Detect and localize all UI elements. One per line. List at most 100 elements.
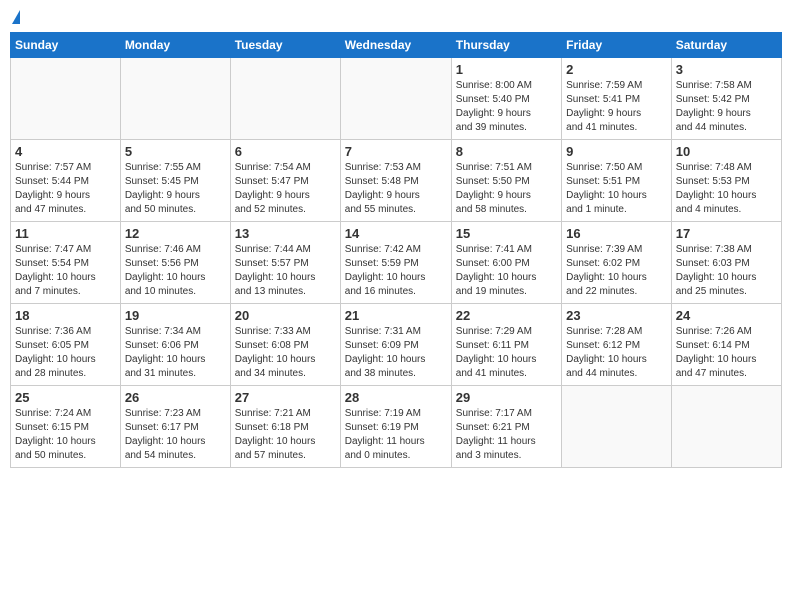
day-info: Sunrise: 7:29 AM Sunset: 6:11 PM Dayligh… <box>456 325 557 381</box>
day-number: 15 <box>456 226 557 241</box>
day-number: 8 <box>456 144 557 159</box>
calendar-cell: 28 Sunrise: 7:19 AM Sunset: 6:19 PM Dayli… <box>340 386 451 468</box>
calendar-cell: 4 Sunrise: 7:57 AM Sunset: 5:44 PM Daylig… <box>11 140 121 222</box>
calendar-cell: 18Sunrise: 7:36 AM Sunset: 6:05 PM Dayli… <box>11 304 121 386</box>
logo-triangle-icon <box>12 10 20 24</box>
calendar-cell: 13 Sunrise: 7:44 AM Sunset: 5:57 PM Dayli… <box>230 222 340 304</box>
day-info: Sunrise: 7:38 AM Sunset: 6:03 PM Dayligh… <box>676 243 777 299</box>
calendar-cell: 3 Sunrise: 7:58 AM Sunset: 5:42 PM Daylig… <box>671 58 781 140</box>
day-info: Sunrise: 7:34 AM Sunset: 6:06 PM Dayligh… <box>125 325 226 381</box>
day-number: 1 <box>456 62 557 77</box>
day-header-tuesday: Tuesday <box>230 33 340 58</box>
calendar-cell: 22 Sunrise: 7:29 AM Sunset: 6:11 PM Dayli… <box>451 304 561 386</box>
day-header-monday: Monday <box>120 33 230 58</box>
day-number: 2 <box>566 62 667 77</box>
day-info: Sunrise: 7:17 AM Sunset: 6:21 PM Dayligh… <box>456 407 557 463</box>
day-info: Sunrise: 7:57 AM Sunset: 5:44 PM Dayligh… <box>15 161 116 217</box>
calendar-cell: 25 Sunrise: 7:24 AM Sunset: 6:15 PM Dayli… <box>11 386 121 468</box>
calendar-table: SundayMondayTuesdayWednesdayThursdayFrid… <box>10 32 782 468</box>
day-info: Sunrise: 7:23 AM Sunset: 6:17 PM Dayligh… <box>125 407 226 463</box>
day-header-saturday: Saturday <box>671 33 781 58</box>
calendar-cell: 23 Sunrise: 7:28 AM Sunset: 6:12 PM Dayli… <box>562 304 672 386</box>
day-info: Sunrise: 7:44 AM Sunset: 5:57 PM Dayligh… <box>235 243 336 299</box>
calendar-cell: 8 Sunrise: 7:51 AM Sunset: 5:50 PM Daylig… <box>451 140 561 222</box>
calendar-cell: 10 Sunrise: 7:48 AM Sunset: 5:53 PM Dayli… <box>671 140 781 222</box>
calendar-cell: 20 Sunrise: 7:33 AM Sunset: 6:08 PM Dayli… <box>230 304 340 386</box>
day-info: Sunrise: 7:21 AM Sunset: 6:18 PM Dayligh… <box>235 407 336 463</box>
calendar-cell: 1 Sunrise: 8:00 AM Sunset: 5:40 PM Daylig… <box>451 58 561 140</box>
day-header-friday: Friday <box>562 33 672 58</box>
day-number: 5 <box>125 144 226 159</box>
day-info: Sunrise: 7:59 AM Sunset: 5:41 PM Dayligh… <box>566 79 667 135</box>
calendar-week-row: 1 Sunrise: 8:00 AM Sunset: 5:40 PM Daylig… <box>11 58 782 140</box>
calendar-week-row: 11 Sunrise: 7:47 AM Sunset: 5:54 PM Dayli… <box>11 222 782 304</box>
day-number: 3 <box>676 62 777 77</box>
day-number: 14 <box>345 226 447 241</box>
calendar-header-row: SundayMondayTuesdayWednesdayThursdayFrid… <box>11 33 782 58</box>
day-number: 9 <box>566 144 667 159</box>
day-number: 20 <box>235 308 336 323</box>
day-info: Sunrise: 7:48 AM Sunset: 5:53 PM Dayligh… <box>676 161 777 217</box>
calendar-week-row: 25 Sunrise: 7:24 AM Sunset: 6:15 PM Dayli… <box>11 386 782 468</box>
day-number: 26 <box>125 390 226 405</box>
day-info: Sunrise: 7:47 AM Sunset: 5:54 PM Dayligh… <box>15 243 116 299</box>
day-info: Sunrise: 7:26 AM Sunset: 6:14 PM Dayligh… <box>676 325 777 381</box>
calendar-cell: 7 Sunrise: 7:53 AM Sunset: 5:48 PM Daylig… <box>340 140 451 222</box>
day-info: Sunrise: 7:42 AM Sunset: 5:59 PM Dayligh… <box>345 243 447 299</box>
day-number: 19 <box>125 308 226 323</box>
day-info: Sunrise: 7:55 AM Sunset: 5:45 PM Dayligh… <box>125 161 226 217</box>
day-number: 4 <box>15 144 116 159</box>
day-header-thursday: Thursday <box>451 33 561 58</box>
day-header-wednesday: Wednesday <box>340 33 451 58</box>
day-info: Sunrise: 7:41 AM Sunset: 6:00 PM Dayligh… <box>456 243 557 299</box>
day-info: Sunrise: 7:33 AM Sunset: 6:08 PM Dayligh… <box>235 325 336 381</box>
calendar-cell: 27 Sunrise: 7:21 AM Sunset: 6:18 PM Dayli… <box>230 386 340 468</box>
day-number: 29 <box>456 390 557 405</box>
calendar-cell <box>671 386 781 468</box>
calendar-cell <box>340 58 451 140</box>
calendar-cell: 12Sunrise: 7:46 AM Sunset: 5:56 PM Dayli… <box>120 222 230 304</box>
day-info: Sunrise: 7:28 AM Sunset: 6:12 PM Dayligh… <box>566 325 667 381</box>
calendar-cell: 2 Sunrise: 7:59 AM Sunset: 5:41 PM Daylig… <box>562 58 672 140</box>
day-number: 22 <box>456 308 557 323</box>
day-number: 18 <box>15 308 116 323</box>
calendar-cell: 11 Sunrise: 7:47 AM Sunset: 5:54 PM Dayli… <box>11 222 121 304</box>
calendar-cell <box>120 58 230 140</box>
day-info: Sunrise: 7:51 AM Sunset: 5:50 PM Dayligh… <box>456 161 557 217</box>
calendar-cell: 17 Sunrise: 7:38 AM Sunset: 6:03 PM Dayli… <box>671 222 781 304</box>
day-header-sunday: Sunday <box>11 33 121 58</box>
day-number: 24 <box>676 308 777 323</box>
day-number: 16 <box>566 226 667 241</box>
day-number: 23 <box>566 308 667 323</box>
calendar-cell: 14 Sunrise: 7:42 AM Sunset: 5:59 PM Dayli… <box>340 222 451 304</box>
day-info: Sunrise: 7:39 AM Sunset: 6:02 PM Dayligh… <box>566 243 667 299</box>
day-number: 17 <box>676 226 777 241</box>
day-info: Sunrise: 7:53 AM Sunset: 5:48 PM Dayligh… <box>345 161 447 217</box>
day-info: Sunrise: 7:54 AM Sunset: 5:47 PM Dayligh… <box>235 161 336 217</box>
calendar-cell: 15 Sunrise: 7:41 AM Sunset: 6:00 PM Dayli… <box>451 222 561 304</box>
day-info: Sunrise: 7:24 AM Sunset: 6:15 PM Dayligh… <box>15 407 116 463</box>
calendar-cell: 16 Sunrise: 7:39 AM Sunset: 6:02 PM Dayli… <box>562 222 672 304</box>
calendar-week-row: 18Sunrise: 7:36 AM Sunset: 6:05 PM Dayli… <box>11 304 782 386</box>
day-number: 6 <box>235 144 336 159</box>
calendar-week-row: 4 Sunrise: 7:57 AM Sunset: 5:44 PM Daylig… <box>11 140 782 222</box>
day-info: Sunrise: 7:19 AM Sunset: 6:19 PM Dayligh… <box>345 407 447 463</box>
calendar-cell <box>230 58 340 140</box>
day-info: Sunrise: 7:50 AM Sunset: 5:51 PM Dayligh… <box>566 161 667 217</box>
day-number: 28 <box>345 390 447 405</box>
day-info: Sunrise: 8:00 AM Sunset: 5:40 PM Dayligh… <box>456 79 557 135</box>
calendar-cell <box>11 58 121 140</box>
day-number: 13 <box>235 226 336 241</box>
calendar-cell: 24 Sunrise: 7:26 AM Sunset: 6:14 PM Dayli… <box>671 304 781 386</box>
day-number: 10 <box>676 144 777 159</box>
calendar-cell: 29 Sunrise: 7:17 AM Sunset: 6:21 PM Dayli… <box>451 386 561 468</box>
calendar-cell: 21Sunrise: 7:31 AM Sunset: 6:09 PM Dayli… <box>340 304 451 386</box>
day-number: 27 <box>235 390 336 405</box>
day-number: 7 <box>345 144 447 159</box>
calendar-cell: 19 Sunrise: 7:34 AM Sunset: 6:06 PM Dayli… <box>120 304 230 386</box>
day-number: 11 <box>15 226 116 241</box>
day-number: 25 <box>15 390 116 405</box>
calendar-cell: 6 Sunrise: 7:54 AM Sunset: 5:47 PM Daylig… <box>230 140 340 222</box>
calendar-cell: 5 Sunrise: 7:55 AM Sunset: 5:45 PM Daylig… <box>120 140 230 222</box>
day-info: Sunrise: 7:58 AM Sunset: 5:42 PM Dayligh… <box>676 79 777 135</box>
